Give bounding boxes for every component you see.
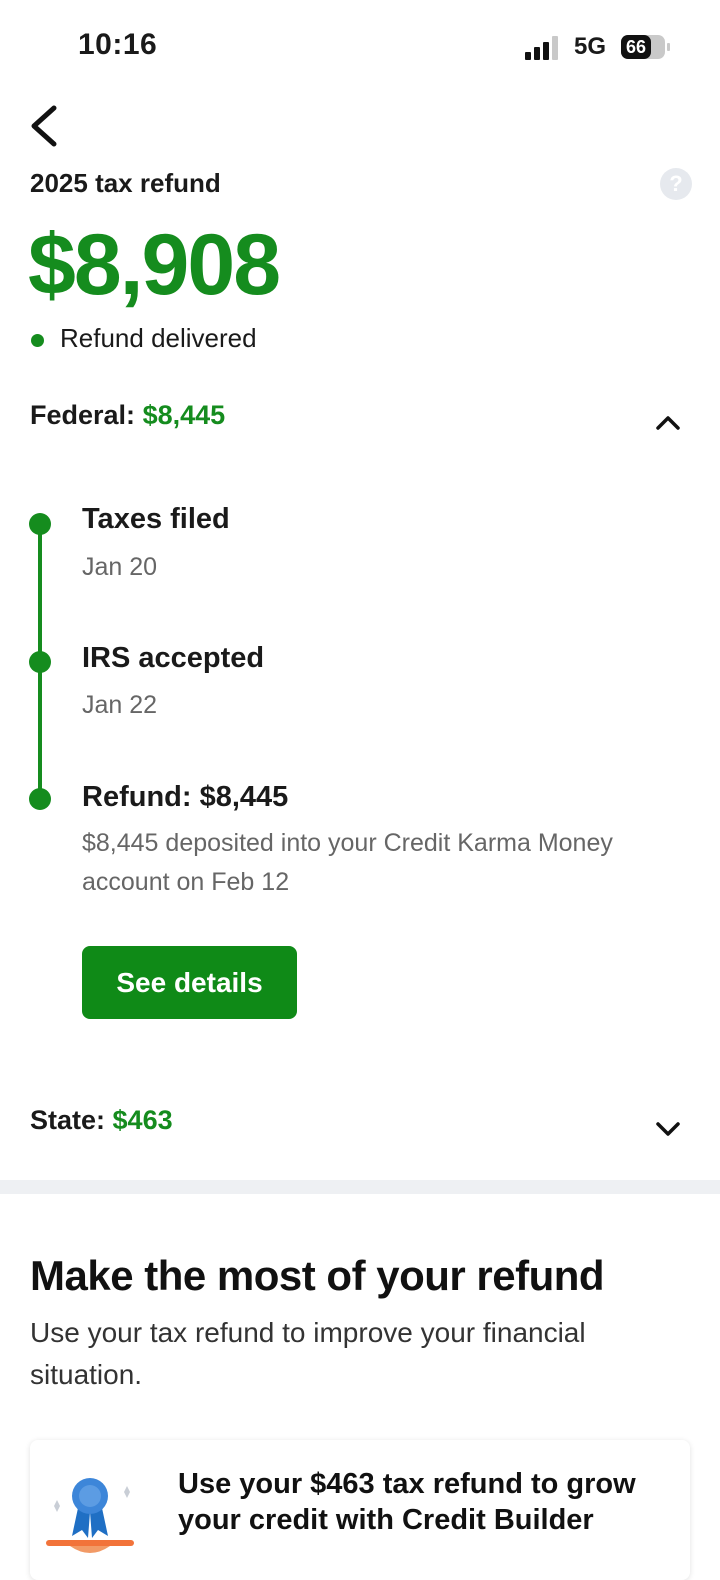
timeline-dot-filed	[29, 513, 51, 535]
refund-status: Refund delivered	[60, 323, 257, 353]
credit-builder-text: Use your $463 tax refund to grow your cr…	[178, 1468, 636, 1536]
page-title: 2025 tax refund	[30, 168, 221, 198]
timeline-dot-accepted	[29, 651, 51, 673]
timeline-subtitle: $8,445 deposited into your Credit Karma …	[82, 829, 613, 896]
federal-value: $8,445	[142, 400, 226, 430]
chevron-up-icon[interactable]	[652, 408, 684, 436]
network-label: 5G	[574, 33, 607, 60]
see-details-button[interactable]: See details	[82, 946, 297, 1019]
help-icon[interactable]: ?	[660, 168, 692, 200]
refund-total: $8,908	[28, 217, 281, 313]
section-title: Make the most of your refund	[30, 1252, 605, 1299]
back-button[interactable]	[26, 100, 66, 152]
battery-icon: 66	[620, 33, 672, 61]
timeline-title: Taxes filed	[82, 503, 230, 535]
timeline-subtitle: Jan 20	[82, 553, 158, 581]
state-label: State:	[30, 1105, 106, 1135]
state-summary: State: $463	[30, 1105, 173, 1136]
status-time: 10:16	[78, 28, 158, 61]
federal-summary: Federal: $8,445	[30, 400, 225, 431]
chevron-left-icon	[31, 105, 57, 147]
timeline-title: IRS accepted	[82, 642, 265, 674]
timeline-subtitle: Jan 22	[82, 691, 158, 719]
chevron-down-icon[interactable]	[652, 1114, 684, 1142]
battery-level: 66	[626, 37, 647, 57]
state-value: $463	[112, 1105, 173, 1135]
timeline-dot-refund	[29, 788, 51, 810]
award-ribbon-icon	[46, 1478, 134, 1553]
timeline-title: Refund: $8,445	[82, 781, 289, 813]
federal-label: Federal:	[30, 400, 136, 430]
section-subtitle: Use your tax refund to improve your fina…	[30, 1317, 586, 1390]
status-dot-icon	[31, 334, 44, 347]
section-divider	[0, 1180, 720, 1194]
signal-icon	[525, 36, 558, 60]
